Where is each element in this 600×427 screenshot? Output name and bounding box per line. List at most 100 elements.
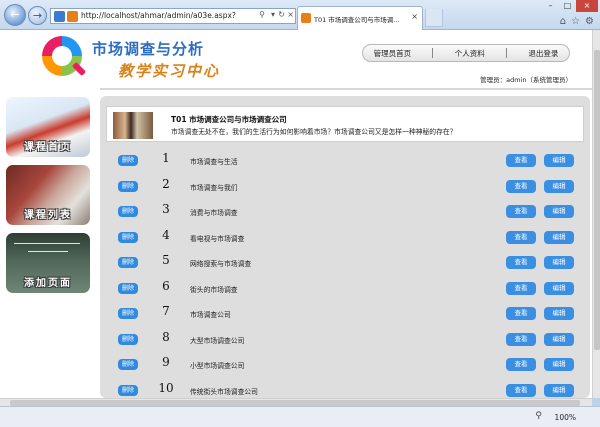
forward-icon[interactable]: → — [28, 6, 47, 25]
sidebar-item-course-list[interactable]: 课程列表 — [6, 165, 90, 225]
zoom-level[interactable]: 100% — [555, 413, 576, 422]
lesson-list: 删除 1 市场调查与生活 查看 编辑 删除 2 市场调查与我们 查看 编辑 删除 3 消费与市场调查 查看… — [100, 148, 590, 398]
settings-gear-icon[interactable]: ⚙ — [585, 16, 594, 27]
table-row: 删除 5 网络搜索与市场调查 查看 编辑 — [100, 250, 590, 276]
view-button[interactable]: 查看 — [506, 179, 536, 193]
view-button[interactable]: 查看 — [506, 256, 536, 269]
table-row: 删除 3 消费与市场调查 查看 编辑 — [100, 199, 590, 225]
table-row: 删除 1 市场调查与生活 查看 编辑 — [100, 148, 590, 174]
edit-button[interactable]: 编辑 — [544, 256, 574, 269]
table-row: 删除 4 看电视与市场调查 查看 编辑 — [100, 225, 590, 251]
view-button[interactable]: 查看 — [506, 383, 536, 397]
status-bar: ⚲ 100% — [0, 406, 600, 427]
search-icon[interactable]: ⚲ — [259, 10, 265, 19]
delete-button[interactable]: 删除 — [118, 206, 138, 217]
delete-button[interactable]: 删除 — [118, 384, 138, 396]
table-row: 删除 7 市场调查公司 查看 编辑 — [100, 301, 590, 327]
delete-button[interactable]: 删除 — [118, 231, 138, 243]
minimize-icon[interactable]: – — [542, 0, 559, 12]
view-button[interactable]: 查看 — [506, 205, 536, 218]
close-window-icon[interactable]: × — [576, 0, 598, 12]
lesson-number: 3 — [162, 202, 170, 216]
vertical-scrollbar[interactable] — [592, 30, 600, 398]
window-controls: – □ × — [542, 0, 598, 12]
delete-button[interactable]: 删除 — [118, 333, 138, 345]
course-thumbnail — [113, 112, 153, 139]
sidebar: 课程首页 课程列表 添加页面 — [6, 97, 90, 301]
lesson-title: 消费与市场调查 — [190, 209, 238, 217]
delete-button[interactable]: 删除 — [118, 180, 138, 192]
course-title: T01 市场调查公司与市场调查公司 — [171, 115, 287, 124]
favorites-star-icon[interactable]: ☆ — [571, 16, 580, 27]
edit-button[interactable]: 编辑 — [544, 230, 574, 244]
nav-admin-home[interactable]: 管理员首页 — [374, 48, 412, 59]
lesson-number: 8 — [162, 329, 170, 344]
edit-button[interactable]: 编辑 — [544, 281, 574, 295]
nav-profile[interactable]: 个人资料 — [455, 48, 485, 59]
nav-logout[interactable]: 退出登录 — [528, 48, 558, 59]
sidebar-item-label: 添加页面 — [24, 278, 72, 289]
lesson-number: 10 — [158, 380, 174, 395]
view-button[interactable]: 查看 — [506, 358, 536, 371]
lesson-number: 1 — [162, 151, 170, 165]
course-description: 市场调查无处不在，我们的生活行为如何影响着市场？市场调查公司又是怎样一种神秘的存… — [171, 128, 457, 136]
edit-button[interactable]: 编辑 — [544, 307, 574, 320]
sidebar-item-add-page[interactable]: 添加页面 — [6, 233, 90, 293]
delete-button[interactable]: 删除 — [118, 359, 138, 370]
edit-button[interactable]: 编辑 — [544, 358, 574, 371]
view-button[interactable]: 查看 — [506, 154, 536, 167]
lesson-number: 7 — [162, 304, 170, 318]
edit-button[interactable]: 编辑 — [544, 383, 574, 397]
close-tab-icon[interactable]: × — [411, 12, 418, 21]
lesson-title: 看电视与市场调查 — [190, 234, 245, 243]
edit-button[interactable]: 编辑 — [544, 179, 574, 193]
tab-favicon-icon — [301, 13, 311, 23]
edit-button[interactable]: 编辑 — [544, 154, 574, 167]
edit-button[interactable]: 编辑 — [544, 205, 574, 218]
horizontal-scrollbar[interactable] — [0, 398, 592, 406]
lesson-title: 传统街头市场调查公司 — [190, 387, 258, 396]
lesson-title: 街头的市场调查 — [190, 285, 238, 294]
delete-button[interactable]: 删除 — [118, 257, 138, 268]
delete-button[interactable]: 删除 — [118, 155, 138, 166]
dropdown-icon[interactable]: ▾ — [271, 10, 275, 19]
lesson-number: 6 — [162, 278, 170, 293]
delete-button[interactable]: 删除 — [118, 308, 138, 319]
sidebar-item-course-home[interactable]: 课程首页 — [6, 97, 90, 157]
stop-icon[interactable]: × — [287, 10, 294, 19]
view-button[interactable]: 查看 — [506, 332, 536, 346]
delete-button[interactable]: 删除 — [118, 282, 138, 294]
new-tab-button[interactable] — [425, 9, 443, 27]
browser-toolbar: ← → http://localhost/ahmar/admin/a03e.as… — [0, 0, 600, 30]
refresh-icon[interactable]: ↻ — [278, 10, 285, 19]
back-icon[interactable]: ← — [4, 4, 26, 26]
site-header: 市场调查与分析 教学实习中心 管理员首页 个人资料 退出登录 管理员：admin… — [0, 30, 592, 90]
view-button[interactable]: 查看 — [506, 281, 536, 295]
sidebar-item-label: 课程首页 — [24, 142, 72, 153]
page-content: 市场调查与分析 教学实习中心 管理员首页 个人资料 退出登录 管理员：admin… — [0, 30, 592, 398]
maximize-icon[interactable]: □ — [559, 0, 576, 12]
lesson-title: 小型市场调查公司 — [190, 362, 245, 370]
browser-tab[interactable]: T01 市场调查公司与市场调... × — [297, 6, 423, 30]
browser-tool-icons: ⌂ ☆ ⚙ — [560, 16, 594, 27]
chalkboard-decoration — [28, 251, 68, 252]
address-bar[interactable]: http://localhost/ahmar/admin/a03e.aspx? … — [50, 8, 296, 24]
view-button[interactable]: 查看 — [506, 230, 536, 244]
table-row: 删除 9 小型市场调查公司 查看 编辑 — [100, 352, 590, 378]
lesson-title: 市场调查与生活 — [190, 158, 238, 166]
divider — [100, 88, 592, 90]
table-row: 删除 10 传统街头市场调查公司 查看 编辑 — [100, 378, 590, 399]
home-icon[interactable]: ⌂ — [560, 16, 566, 27]
lesson-title: 大型市场调查公司 — [190, 336, 245, 345]
edit-button[interactable]: 编辑 — [544, 332, 574, 346]
url-text: http://localhost/ahmar/admin/a03e.aspx? — [81, 11, 236, 20]
course-header: T01 市场调查公司与市场调查公司 市场调查无处不在，我们的生活行为如何影响着市… — [106, 106, 584, 142]
sidebar-item-label: 课程列表 — [24, 210, 72, 221]
site-favicon-icon — [67, 11, 78, 22]
view-button[interactable]: 查看 — [506, 307, 536, 320]
zoom-icon[interactable]: ⚲ — [535, 411, 542, 421]
lesson-title: 网络搜索与市场调查 — [190, 260, 252, 268]
site-title: 市场调查与分析 — [92, 40, 205, 58]
table-row: 删除 6 街头的市场调查 查看 编辑 — [100, 276, 590, 302]
nav-separator — [506, 48, 508, 58]
